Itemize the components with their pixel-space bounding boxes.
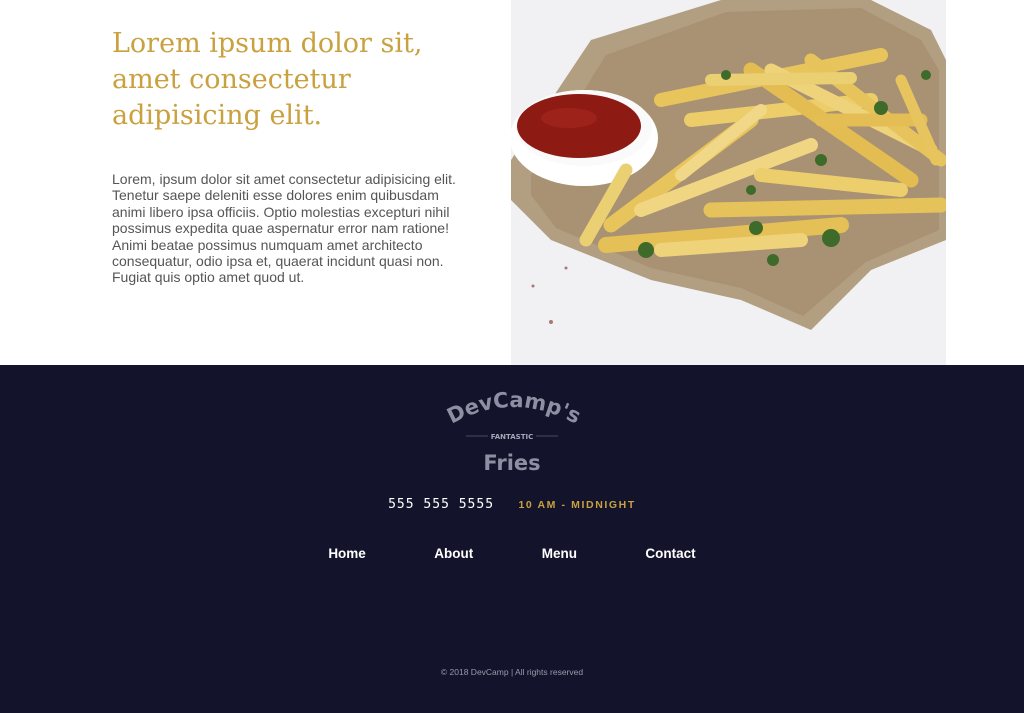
nav-link-home[interactable]: Home bbox=[328, 546, 366, 561]
hero-section: Lorem ipsum dolor sit, amet consectetur … bbox=[0, 0, 1024, 365]
logo-top-text: DevCamp's bbox=[443, 388, 585, 429]
copyright-text: © 2018 DevCamp | All rights reserved bbox=[440, 667, 584, 677]
hero-body-text: Lorem, ipsum dolor sit amet consectetur … bbox=[112, 171, 456, 286]
fries-image bbox=[511, 0, 946, 365]
hero-text-block: Lorem ipsum dolor sit, amet consectetur … bbox=[112, 26, 482, 286]
footer-nav: Home About Menu Contact bbox=[0, 545, 1024, 563]
svg-text:DevCamp's: DevCamp's bbox=[443, 388, 585, 429]
nav-link-menu[interactable]: Menu bbox=[542, 546, 577, 561]
logo-bottom-text: Fries bbox=[483, 451, 540, 475]
opening-hours: 10 AM - MIDNIGHT bbox=[518, 499, 636, 511]
logo-middle-text: FANTASTIC bbox=[491, 433, 533, 441]
devcamp-fries-logo[interactable]: DevCamp's FANTASTIC Fries bbox=[436, 381, 588, 481]
nav-link-contact[interactable]: Contact bbox=[645, 546, 695, 561]
site-footer: DevCamp's FANTASTIC Fries 555 555 5555 1… bbox=[0, 365, 1024, 713]
logo-graphic: DevCamp's FANTASTIC Fries bbox=[443, 388, 585, 475]
hero-heading: Lorem ipsum dolor sit, amet consectetur … bbox=[112, 28, 423, 131]
contact-info: 555 555 5555 10 AM - MIDNIGHT bbox=[0, 495, 1024, 513]
phone-number[interactable]: 555 555 5555 bbox=[388, 497, 494, 512]
fries-photo bbox=[511, 0, 946, 365]
nav-link-about[interactable]: About bbox=[434, 546, 473, 561]
